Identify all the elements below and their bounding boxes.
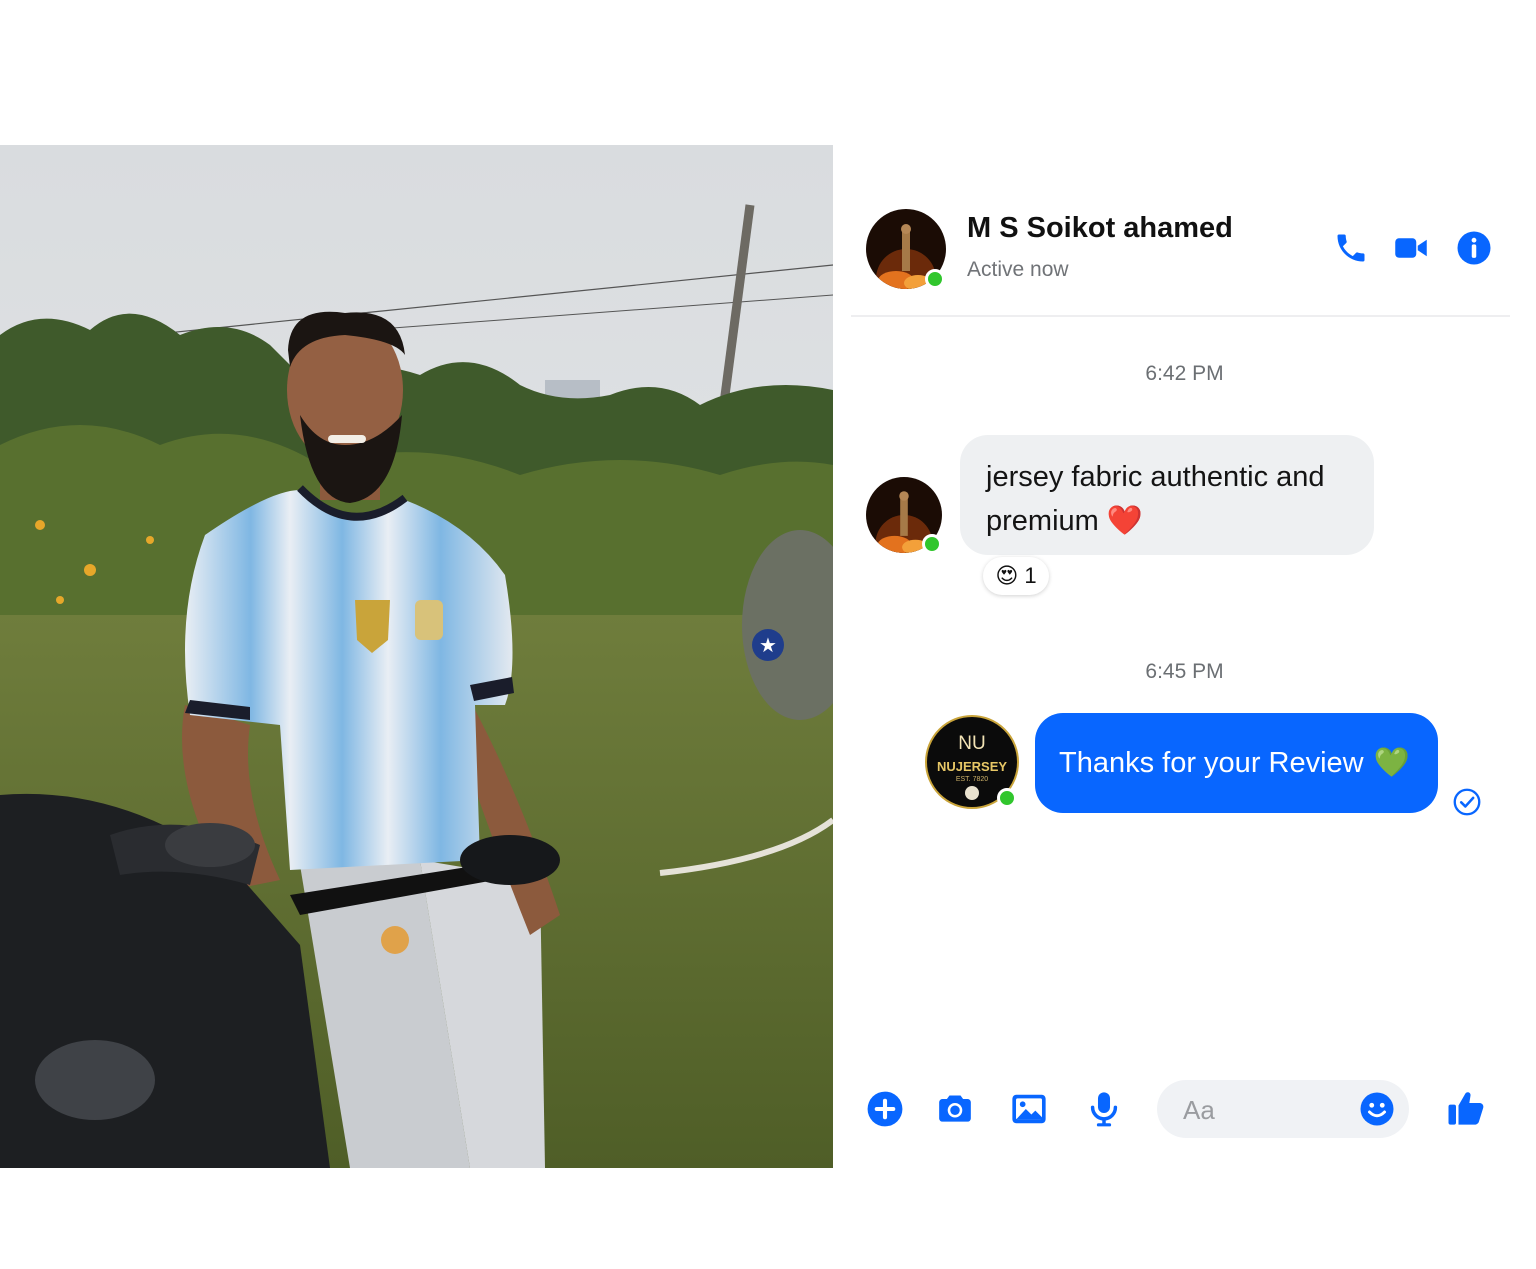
image-icon[interactable] [1010,1090,1048,1128]
svg-text:★: ★ [759,633,777,657]
customer-photo: ★ [0,145,833,1168]
heart-eyes-emoji: 😍 [995,563,1019,588]
online-status-dot [922,534,942,554]
microphone-icon[interactable] [1085,1090,1123,1128]
chat-window: M S Soikot ahamed Active now 6:42 PM jer… [833,145,1536,1168]
photo-panel: ★ [0,145,833,1168]
sender-avatar-monogram: NU [958,733,986,754]
online-status-dot [997,788,1017,808]
sender-avatar-est: EST. 7820 [955,776,989,783]
outgoing-message-bubble[interactable]: Thanks for your Review 💚 [1035,713,1438,813]
emoji-icon[interactable] [1359,1091,1395,1127]
header-divider [851,315,1510,317]
message-reaction[interactable]: 😍 1 [983,557,1049,595]
seen-check-icon [1453,788,1481,816]
online-status-dot [925,269,945,289]
info-icon[interactable] [1456,230,1492,266]
phone-icon[interactable] [1333,230,1369,266]
plus-icon[interactable] [866,1090,904,1128]
message-input-wrapper [1157,1080,1409,1140]
outgoing-message-text: Thanks for your Review [1059,746,1364,779]
chat-header: M S Soikot ahamed Active now [833,145,1536,317]
message-timestamp: 6:42 PM [1145,362,1224,385]
message-timestamp: 6:45 PM [1145,660,1224,683]
incoming-message-text: jersey fabric authentic and premium [986,461,1325,537]
active-status: Active now [967,258,1069,281]
green-heart-emoji: 💚 [1373,747,1410,779]
thumbs-up-icon[interactable] [1446,1088,1486,1128]
incoming-message-bubble[interactable]: jersey fabric authentic and premium ❤️ [960,435,1374,555]
video-camera-icon[interactable] [1393,230,1429,266]
reaction-count: 1 [1024,563,1037,588]
message-composer [833,1070,1536,1146]
message-input[interactable] [1181,1080,1355,1140]
football-icon [965,786,979,800]
sender-avatar-brand: NUJERSEY [936,759,1008,774]
heart-emoji: ❤️ [1106,505,1143,537]
camera-icon[interactable] [936,1090,974,1128]
contact-name[interactable]: M S Soikot ahamed [967,212,1233,245]
